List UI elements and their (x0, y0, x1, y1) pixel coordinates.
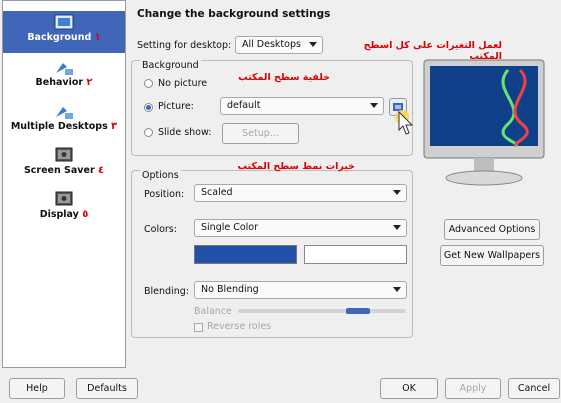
position-label: Position: (144, 189, 185, 200)
sidebar-item-label: Screen Saver (23, 165, 95, 176)
chevron-down-icon (393, 190, 401, 195)
reverse-roles-checkbox[interactable] (194, 323, 203, 332)
balance-slider[interactable] (238, 308, 406, 314)
colors-select[interactable]: Single Color (194, 219, 407, 237)
reverse-roles-label: Reverse roles (207, 321, 272, 332)
ok-button[interactable]: OK (380, 378, 438, 399)
picture-label: Picture: (158, 101, 194, 112)
options-note: خيرات نمط سطح المكتب (237, 161, 355, 172)
display-icon (55, 191, 73, 206)
get-new-wallpapers-button[interactable]: Get New Wallpapers (440, 245, 544, 266)
sidebar-item-screen-saver[interactable]: Screen Saver ٤ (3, 147, 125, 187)
no-picture-radio[interactable] (144, 79, 153, 91)
picture-select-value: default (227, 100, 261, 111)
blending-select-value: No Blending (201, 284, 259, 295)
background-group-label: Background (140, 60, 201, 71)
apply-button[interactable]: Apply (445, 378, 501, 399)
blending-select[interactable]: No Blending (194, 281, 407, 299)
advanced-options-button[interactable]: Advanced Options (444, 219, 540, 240)
setup-button[interactable]: Setup... (222, 123, 299, 144)
chevron-down-icon (309, 42, 317, 47)
slide-show-radio[interactable] (144, 128, 153, 140)
slide-show-label: Slide show: (158, 127, 212, 138)
colors-label: Colors: (144, 224, 177, 235)
number-mark: ٤ (97, 165, 105, 176)
number-mark: ٣ (111, 121, 118, 132)
desktop-setting-label: Setting for desktop: (137, 40, 232, 51)
chevron-down-icon (393, 287, 401, 292)
chevron-down-icon (370, 103, 378, 108)
screen-saver-icon (55, 147, 73, 162)
secondary-color-button[interactable] (304, 245, 407, 264)
background-note: خلفية سطح المكتب (238, 72, 330, 83)
monitor-preview (423, 59, 545, 186)
behavior-icon (56, 63, 73, 75)
cancel-button[interactable]: Cancel (508, 378, 560, 399)
sidebar-item-label: Display (39, 209, 79, 220)
picture-radio[interactable] (144, 103, 153, 115)
help-button[interactable]: Help (9, 378, 65, 399)
options-group-label: Options (140, 170, 181, 181)
primary-color-button[interactable] (194, 245, 297, 264)
page-title: Change the background settings (137, 8, 331, 20)
desktop-select[interactable]: All Desktops (235, 36, 323, 54)
balance-slider-handle[interactable] (346, 308, 370, 314)
number-mark: ٥ (82, 209, 89, 220)
position-select[interactable]: Scaled (194, 184, 407, 202)
highlight-cursor-icon (395, 110, 414, 135)
number-mark: ١ (94, 32, 101, 43)
position-select-value: Scaled (201, 187, 233, 198)
number-mark: ٢ (86, 77, 93, 88)
sidebar: Background ١ Behavior ٢ Multiple Desktop… (2, 0, 126, 368)
balance-label: Balance (194, 306, 232, 317)
blending-label: Blending: (144, 286, 189, 297)
no-picture-label: No picture (158, 78, 208, 89)
sidebar-item-label: Behavior (35, 77, 84, 88)
sidebar-item-behavior[interactable]: Behavior ٢ (3, 59, 125, 99)
sidebar-item-background[interactable]: Background ١ (3, 11, 125, 53)
picture-select[interactable]: default (220, 97, 384, 115)
sidebar-item-multiple-desktops[interactable]: Multiple Desktops ٣ (3, 103, 125, 143)
multiple-desktops-icon (56, 107, 73, 119)
background-icon (54, 14, 74, 30)
colors-select-value: Single Color (201, 222, 259, 233)
defaults-button[interactable]: Defaults (76, 378, 138, 399)
sidebar-item-label: Multiple Desktops (10, 121, 108, 132)
sidebar-item-label: Background (27, 32, 92, 43)
desktop-select-value: All Desktops (242, 39, 301, 50)
chevron-down-icon (393, 225, 401, 230)
sidebar-item-display[interactable]: Display ٥ (3, 191, 125, 231)
